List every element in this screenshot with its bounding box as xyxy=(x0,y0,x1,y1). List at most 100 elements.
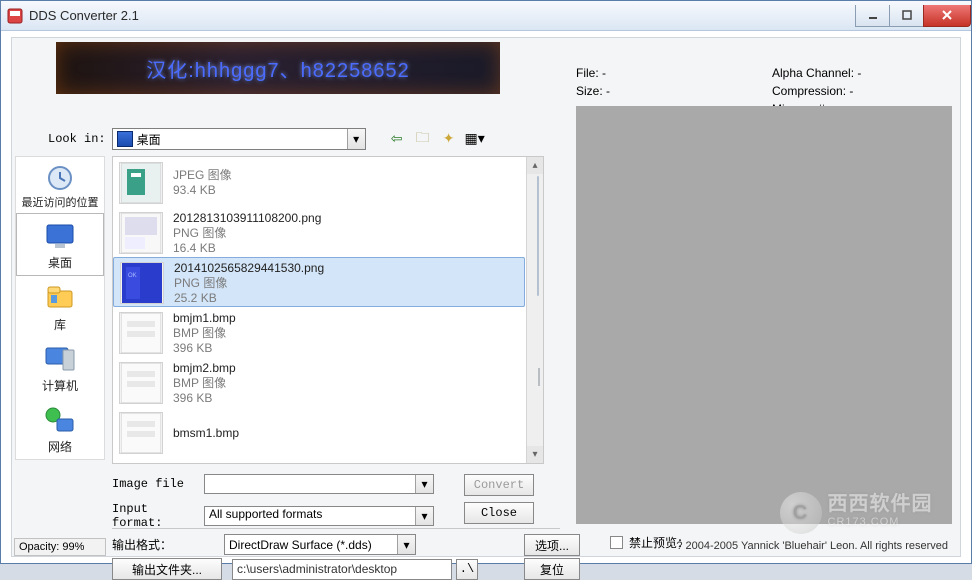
sidebar-item-label: 计算机 xyxy=(42,377,78,394)
file-type: BMP 图像 xyxy=(173,326,236,341)
file-name: bmsm1.bmp xyxy=(173,426,239,441)
output-path-value: c:\users\administrator\desktop xyxy=(237,562,397,576)
output-format-select[interactable]: DirectDraw Surface (*.dds) ▾ xyxy=(224,534,416,555)
scroll-grip-icon[interactable] xyxy=(538,368,540,386)
file-row[interactable]: OK 2014102565829441530.pngPNG 图像25.2 KB xyxy=(113,257,525,307)
banner-image: 汉化:hhhggg7、h82258652 xyxy=(56,42,500,94)
sidebar-item-network[interactable]: 网络 xyxy=(16,398,104,459)
chevron-down-icon[interactable]: ▾ xyxy=(397,535,415,554)
file-name: bmjm2.bmp xyxy=(173,361,236,376)
desktop-icon xyxy=(117,131,133,147)
input-format-value: All supported formats xyxy=(209,507,322,521)
file-value: - xyxy=(602,66,606,80)
alpha-value: - xyxy=(857,66,861,80)
file-size: 16.4 KB xyxy=(173,241,321,256)
up-folder-icon[interactable]: 🗀 xyxy=(414,130,432,148)
sidebar-item-label: 最近访问的位置 xyxy=(22,197,99,209)
file-row[interactable]: 2012813103911108200.pngPNG 图像16.4 KB xyxy=(113,207,525,257)
compression-label: Compression: xyxy=(772,84,846,98)
file-size: 93.4 KB xyxy=(173,183,232,198)
separator xyxy=(112,528,560,529)
file-size: 396 KB xyxy=(173,341,236,356)
file-row[interactable]: bmjm1.bmpBMP 图像396 KB xyxy=(113,307,525,357)
places-sidebar: 最近访问的位置 桌面 库 xyxy=(15,156,105,460)
sidebar-item-libraries[interactable]: 库 xyxy=(16,276,104,337)
file-type: PNG 图像 xyxy=(173,226,321,241)
file-thumbnail-icon xyxy=(119,362,163,404)
file-name: bmjm1.bmp xyxy=(173,311,236,326)
file-size: 396 KB xyxy=(173,391,236,406)
file-thumbnail-icon xyxy=(119,412,163,454)
chevron-down-icon[interactable]: ▾ xyxy=(415,507,433,525)
size-label: Size: xyxy=(576,84,603,98)
lookin-select[interactable]: 桌面 ▾ xyxy=(112,128,366,150)
copyright-text: ? 2004-2005 Yannick 'Bluehair' Leon. All… xyxy=(676,540,948,552)
close-window-button[interactable] xyxy=(923,5,971,27)
file-name: 2014102565829441530.png xyxy=(174,261,324,276)
main-panel: 汉化:hhhggg7、h82258652 Look in: 桌面 ▾ ⇦ 🗀 ✦… xyxy=(11,37,961,557)
file-size: 25.2 KB xyxy=(174,291,324,306)
window-title: DDS Converter 2.1 xyxy=(29,8,139,23)
preview-panel xyxy=(576,106,952,524)
browse-button[interactable]: .\ xyxy=(456,559,478,580)
sidebar-item-label: 库 xyxy=(54,316,66,333)
opacity-status: Opacity: 99% xyxy=(14,538,106,556)
file-row[interactable]: JPEG 图像93.4 KB xyxy=(113,157,525,207)
file-list[interactable]: JPEG 图像93.4 KB2012813103911108200.pngPNG… xyxy=(112,156,544,464)
size-value: - xyxy=(606,84,610,98)
libraries-icon xyxy=(41,282,79,314)
output-path-input[interactable]: c:\users\administrator\desktop xyxy=(232,559,452,580)
sidebar-item-label: 网络 xyxy=(48,438,72,455)
image-file-label: Image file xyxy=(112,477,204,491)
computer-icon xyxy=(41,343,79,375)
output-folder-button[interactable]: 输出文件夹... xyxy=(112,558,222,580)
new-folder-icon[interactable]: ✦ xyxy=(440,130,458,148)
lookin-label: Look in: xyxy=(48,132,106,146)
view-menu-icon[interactable]: ▦▾ xyxy=(466,130,484,148)
chevron-down-icon[interactable]: ▾ xyxy=(347,129,365,149)
maximize-button[interactable] xyxy=(889,5,924,27)
chevron-down-icon[interactable]: ▾ xyxy=(415,475,433,493)
compression-value: - xyxy=(849,84,853,98)
file-thumbnail-icon xyxy=(119,162,163,204)
sidebar-item-computer[interactable]: 计算机 xyxy=(16,337,104,398)
file-label: File: xyxy=(576,66,599,80)
file-thumbnail-icon: OK xyxy=(120,262,164,304)
file-row[interactable]: bmjm2.bmpBMP 图像396 KB xyxy=(113,357,525,407)
reset-button[interactable]: 复位 xyxy=(524,558,580,580)
file-thumbnail-icon xyxy=(119,312,163,354)
alpha-label: Alpha Channel: xyxy=(772,66,854,80)
app-window: DDS Converter 2.1 汉化:hhhggg7、h82258652 L… xyxy=(0,0,972,564)
input-format-label: Input format: xyxy=(112,502,204,530)
scroll-up-icon[interactable]: ▴ xyxy=(527,157,544,174)
input-format-select[interactable]: All supported formats ▾ xyxy=(204,506,434,526)
sidebar-item-label: 桌面 xyxy=(48,254,72,271)
close-button[interactable]: Close xyxy=(464,502,534,524)
file-thumbnail-icon xyxy=(119,212,163,254)
sidebar-item-recent[interactable]: 最近访问的位置 xyxy=(16,157,104,213)
image-file-select[interactable]: ▾ xyxy=(204,474,434,494)
minimize-button[interactable] xyxy=(855,5,890,27)
file-info-left: File: - Size: - xyxy=(576,66,610,102)
file-type: PNG 图像 xyxy=(174,276,324,291)
file-name: 2012813103911108200.png xyxy=(173,211,321,226)
network-icon xyxy=(41,404,79,436)
svg-text:OK: OK xyxy=(128,273,137,279)
file-type: BMP 图像 xyxy=(173,376,236,391)
recent-places-icon xyxy=(41,163,79,195)
disable-preview-checkbox[interactable] xyxy=(610,536,623,549)
app-icon xyxy=(7,8,23,24)
file-list-scrollbar[interactable]: ▴ ▾ xyxy=(526,157,543,463)
options-button[interactable]: 选项... xyxy=(524,534,580,556)
scroll-thumb[interactable] xyxy=(537,176,539,296)
back-icon[interactable]: ⇦ xyxy=(388,130,406,148)
scroll-down-icon[interactable]: ▾ xyxy=(527,446,544,463)
titlebar[interactable]: DDS Converter 2.1 xyxy=(1,1,971,31)
convert-button[interactable]: Convert xyxy=(464,474,534,496)
banner-text: 汉化:hhhggg7、h82258652 xyxy=(146,54,410,83)
sidebar-item-desktop[interactable]: 桌面 xyxy=(16,213,104,276)
lookin-value: 桌面 xyxy=(137,131,161,148)
file-row[interactable]: bmsm1.bmp xyxy=(113,407,525,457)
output-format-value: DirectDraw Surface (*.dds) xyxy=(229,538,372,552)
desktop-icon xyxy=(41,220,79,252)
